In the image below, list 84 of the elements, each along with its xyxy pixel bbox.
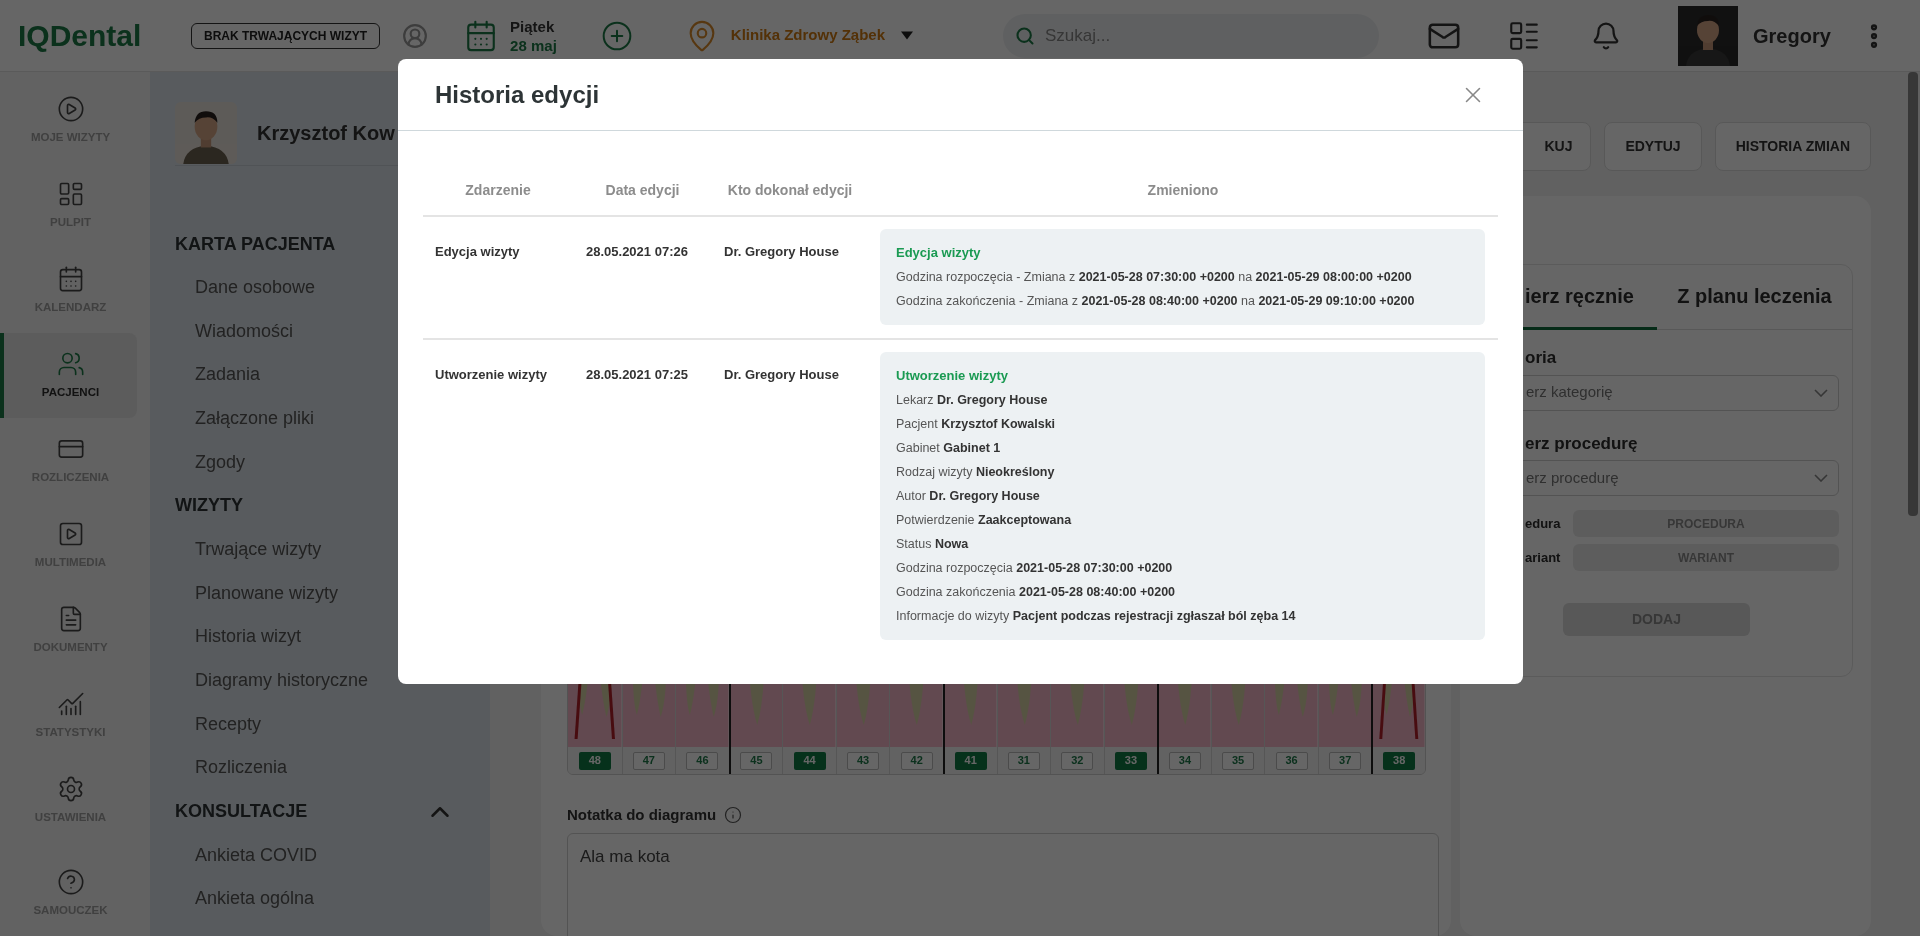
tooth-number[interactable]: 31 bbox=[1007, 751, 1040, 770]
tooth-number[interactable]: 32 bbox=[1061, 751, 1094, 770]
table-cell: 28.05.2021 07:25 bbox=[586, 367, 688, 382]
change-line: Gabinet Gabinet 1 bbox=[896, 439, 1001, 457]
info-icon[interactable] bbox=[724, 806, 743, 825]
tooth-number[interactable]: 33 bbox=[1114, 751, 1147, 770]
table-cell: Utworzenie wizyty bbox=[435, 367, 547, 382]
scrollbar-thumb[interactable] bbox=[1908, 72, 1918, 516]
change-line: Status Nowa bbox=[896, 535, 969, 553]
change-line: Godzina rozpoczęcia 2021-05-28 07:30:00 +0200 bbox=[896, 559, 1173, 577]
clinic-selector[interactable]: Klinika Zdrowy Ząbek bbox=[730, 24, 886, 47]
change-line: Godzina zakończenia - Zmiana z 2021-05-28 08:40:00 +0200 na 2021-05-29 09:10:00 +0200 bbox=[896, 292, 1415, 310]
action-button[interactable]: HISTORIA ZMIAN bbox=[1714, 122, 1871, 171]
change-line: Informacje do wizyty Pacjent podczas rejestracji zgłaszał ból zęba 14 bbox=[896, 607, 1296, 625]
change-line: Autor Dr. Gregory House bbox=[896, 487, 1040, 505]
field-label: edura bbox=[1525, 514, 1562, 533]
add-icon[interactable] bbox=[600, 19, 633, 52]
dialog-title: Historia edycji bbox=[435, 79, 600, 110]
note-field[interactable]: Ala ma kota bbox=[567, 832, 1439, 936]
user-name[interactable]: Gregory bbox=[1753, 20, 1831, 51]
change-line: Rodzaj wizyty Nieokreślony bbox=[896, 463, 1055, 481]
action-button[interactable]: EDYTUJ bbox=[1604, 122, 1702, 171]
table-cell: Edycja wizyty bbox=[435, 244, 520, 259]
changes-title: Edycja wizyty bbox=[896, 244, 981, 263]
user-icon[interactable] bbox=[402, 22, 429, 49]
play-icon bbox=[56, 94, 85, 123]
column-header: Zdarzenie bbox=[465, 181, 531, 200]
change-line: Pacjent Krzysztof Kowalski bbox=[896, 415, 1056, 433]
menu-item[interactable]: Dane osobowe bbox=[195, 274, 316, 302]
column-header: Kto dokonał edycji bbox=[727, 181, 853, 200]
help-icon bbox=[56, 867, 85, 896]
field-label: ariant bbox=[1525, 548, 1562, 567]
patient-name: Krzysztof Kow bbox=[257, 121, 395, 146]
tooth-number[interactable]: 44 bbox=[793, 751, 826, 770]
tooth-number[interactable]: 35 bbox=[1222, 751, 1255, 770]
section-heading: KARTA PACJENTA bbox=[175, 232, 336, 256]
category-label: oria bbox=[1525, 348, 1557, 367]
column-header: Zmieniono bbox=[1147, 181, 1219, 200]
table-cell: Dr. Gregory House bbox=[724, 244, 839, 259]
menu-item[interactable]: Zadania bbox=[195, 361, 261, 389]
tooth-number[interactable]: 42 bbox=[900, 751, 933, 770]
tooth-number[interactable]: 34 bbox=[1168, 751, 1201, 770]
change-line: Godzina rozpoczęcia - Zmiana z 2021-05-28 07:30:00 +0200 na 2021-05-29 08:00:00 +0200 bbox=[896, 268, 1412, 286]
nav-item[interactable]: PACJENCI bbox=[0, 333, 137, 418]
table-cell: 28.05.2021 07:26 bbox=[586, 244, 688, 259]
section-heading: WIZYTY bbox=[175, 494, 243, 518]
chevron-icon bbox=[1814, 388, 1828, 397]
table-cell: Dr. Gregory House bbox=[724, 367, 839, 382]
logo: IQDental bbox=[18, 18, 143, 54]
column-header: Data edycji bbox=[605, 181, 680, 200]
note-label: Notatka do diagramu bbox=[567, 805, 717, 825]
tooth-number[interactable]: 46 bbox=[686, 751, 719, 770]
tooth-number[interactable]: 45 bbox=[740, 751, 773, 770]
menu-item[interactable]: Diagramy historyczne bbox=[195, 667, 369, 695]
chevron-icon bbox=[1814, 474, 1828, 482]
tab[interactable]: Z planu leczenia bbox=[1657, 265, 1852, 330]
menu-item[interactable]: Recepty bbox=[195, 710, 262, 738]
procedure-label: erz procedurę bbox=[1525, 433, 1638, 453]
menu-item[interactable]: Trwające wizyty bbox=[195, 536, 322, 564]
change-line: Potwierdzenie Zaakceptowana bbox=[896, 511, 1072, 529]
date-label: 28 maj bbox=[510, 35, 557, 55]
changes-title: Utworzenie wizyty bbox=[896, 367, 1008, 386]
menu-item[interactable]: Ankieta ogólna bbox=[195, 885, 315, 913]
menu-item[interactable]: Wiadomości bbox=[195, 317, 294, 345]
tooth-number[interactable]: 48 bbox=[578, 751, 611, 770]
tooth-number[interactable]: 41 bbox=[954, 751, 987, 770]
tooth-number[interactable]: 47 bbox=[632, 751, 665, 770]
tooth-number[interactable]: 38 bbox=[1383, 751, 1416, 770]
search-icon bbox=[1015, 25, 1036, 46]
menu-item[interactable]: Ankieta COVID bbox=[195, 841, 318, 869]
visit-status-badge: BRAK TRWAJĄCYCH WIZYT bbox=[191, 22, 381, 49]
caret-icon[interactable] bbox=[901, 31, 914, 40]
menu-item[interactable]: Zgody bbox=[195, 448, 246, 476]
change-line: Godzina zakończenia 2021-05-28 08:40:00 +0200 bbox=[896, 583, 1176, 601]
day-label: Piątek bbox=[510, 16, 556, 36]
section-heading: KONSULTACJE bbox=[175, 800, 308, 824]
menu-item[interactable]: Historia wizyt bbox=[195, 623, 301, 651]
tooth-number[interactable]: 37 bbox=[1329, 751, 1362, 770]
tooth-number[interactable]: 36 bbox=[1275, 751, 1308, 770]
menu-item[interactable]: Rozliczenia bbox=[195, 754, 288, 782]
change-line: Lekarz Dr. Gregory House bbox=[896, 391, 1048, 409]
tooth-number[interactable]: 43 bbox=[847, 751, 880, 770]
menu-item[interactable]: Planowane wizyty bbox=[195, 579, 339, 607]
menu-item[interactable]: Załączone pliki bbox=[195, 405, 315, 433]
